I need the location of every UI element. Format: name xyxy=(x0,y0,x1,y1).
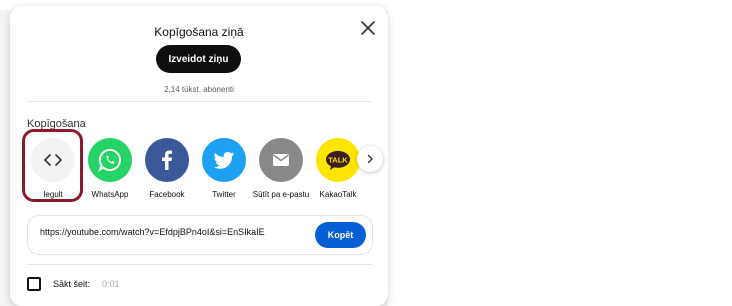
share-url-box: Kopēt xyxy=(27,215,373,255)
copy-button[interactable]: Kopēt xyxy=(315,222,366,248)
share-facebook[interactable]: Facebook xyxy=(136,138,198,201)
share-label: Twitter xyxy=(212,190,236,199)
start-at-time: 0:01 xyxy=(102,279,120,289)
create-post-button[interactable]: Izveidot ziņu xyxy=(156,45,241,73)
close-icon[interactable] xyxy=(360,20,376,36)
start-at-checkbox[interactable] xyxy=(27,277,41,291)
twitter-icon xyxy=(202,138,246,182)
embed-highlight xyxy=(22,129,83,202)
next-arrow-button[interactable] xyxy=(357,146,383,172)
share-label: Facebook xyxy=(149,190,185,199)
chevron-right-icon xyxy=(367,154,373,164)
email-icon xyxy=(259,138,303,182)
dialog-title: Kopīgošana ziņā xyxy=(154,25,244,39)
share-email[interactable]: Sūtīt pa e-pastu xyxy=(250,138,312,201)
share-label: WhatsApp xyxy=(91,190,129,199)
subscriber-count: 2,14 tūkst. abonenti xyxy=(164,85,234,94)
share-kakaotalk[interactable]: TALK KakaoTalk xyxy=(307,138,369,201)
share-twitter[interactable]: Twitter xyxy=(193,138,255,201)
background-pane xyxy=(388,0,732,306)
kakaotalk-icon: TALK xyxy=(316,138,360,182)
share-whatsapp[interactable]: WhatsApp xyxy=(79,138,141,201)
whatsapp-icon xyxy=(88,138,132,182)
divider xyxy=(27,101,372,102)
divider xyxy=(27,264,372,265)
svg-text:TALK: TALK xyxy=(328,156,348,165)
share-label: Sūtīt pa e-pastu xyxy=(252,190,310,199)
start-at-label: Sākt šeit: xyxy=(53,279,91,289)
share-dialog: Kopīgošana ziņā Izveidot ziņu 2,14 tūkst… xyxy=(10,6,388,306)
share-label: KakaoTalk xyxy=(319,190,357,199)
share-url-input[interactable] xyxy=(40,227,300,237)
facebook-icon xyxy=(145,138,189,182)
